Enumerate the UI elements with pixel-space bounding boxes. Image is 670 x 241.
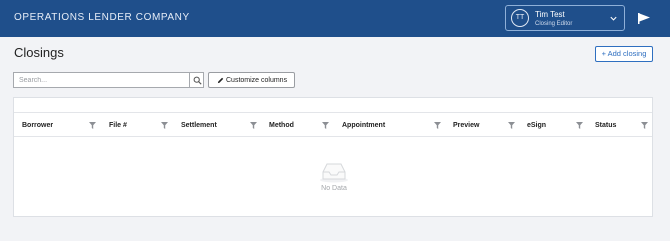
filter-icon[interactable] [508, 122, 515, 129]
column-header-esign[interactable]: eSign [527, 113, 597, 137]
filter-icon[interactable] [434, 122, 441, 129]
search-button[interactable] [189, 72, 204, 88]
no-data-text: No Data [321, 185, 347, 192]
column-label: Appointment [342, 122, 386, 129]
column-header-status[interactable]: Status [595, 113, 651, 137]
filter-icon[interactable] [89, 122, 96, 129]
column-label: Borrower [22, 122, 54, 129]
column-label: Method [269, 122, 294, 129]
user-role: Closing Editor [535, 21, 573, 27]
user-menu[interactable]: TT Tim Test Closing Editor [505, 5, 625, 31]
column-header-preview[interactable]: Preview [453, 113, 528, 137]
column-header-appointment[interactable]: Appointment [342, 113, 452, 137]
filter-icon[interactable] [576, 122, 583, 129]
closings-table: Borrower File # Settlement Method Appoin… [13, 97, 653, 217]
filter-icon[interactable] [161, 122, 168, 129]
company-name: OPERATIONS LENDER COMPANY [14, 12, 190, 23]
empty-inbox-icon [320, 163, 348, 183]
user-name: Tim Test [535, 10, 565, 19]
table-header-row: Borrower File # Settlement Method Appoin… [14, 113, 652, 137]
search-icon [193, 76, 202, 85]
pencil-icon [217, 77, 224, 84]
column-label: Status [595, 122, 617, 129]
add-closing-button[interactable]: + Add closing [595, 46, 653, 62]
customize-columns-button[interactable]: Customize columns [208, 72, 295, 88]
filter-icon[interactable] [322, 122, 329, 129]
top-bar: OPERATIONS LENDER COMPANY TT Tim Test Cl… [0, 0, 670, 37]
chevron-down-icon [610, 16, 617, 21]
search-bar [13, 72, 204, 88]
column-label: Preview [453, 122, 480, 129]
column-header-file[interactable]: File # [109, 113, 179, 137]
page-title: Closings [14, 45, 64, 60]
search-input[interactable] [13, 72, 189, 88]
user-avatar: TT [511, 9, 529, 27]
column-header-borrower[interactable]: Borrower [22, 113, 107, 137]
column-header-settlement[interactable]: Settlement [181, 113, 271, 137]
table-top-strip [14, 98, 652, 113]
column-label: eSign [527, 122, 547, 129]
filter-icon[interactable] [641, 122, 648, 129]
flag-icon[interactable] [637, 12, 651, 25]
column-label: Settlement [181, 122, 217, 129]
customize-columns-label: Customize columns [226, 77, 288, 84]
filter-icon[interactable] [250, 122, 257, 129]
column-label: File # [109, 122, 127, 129]
